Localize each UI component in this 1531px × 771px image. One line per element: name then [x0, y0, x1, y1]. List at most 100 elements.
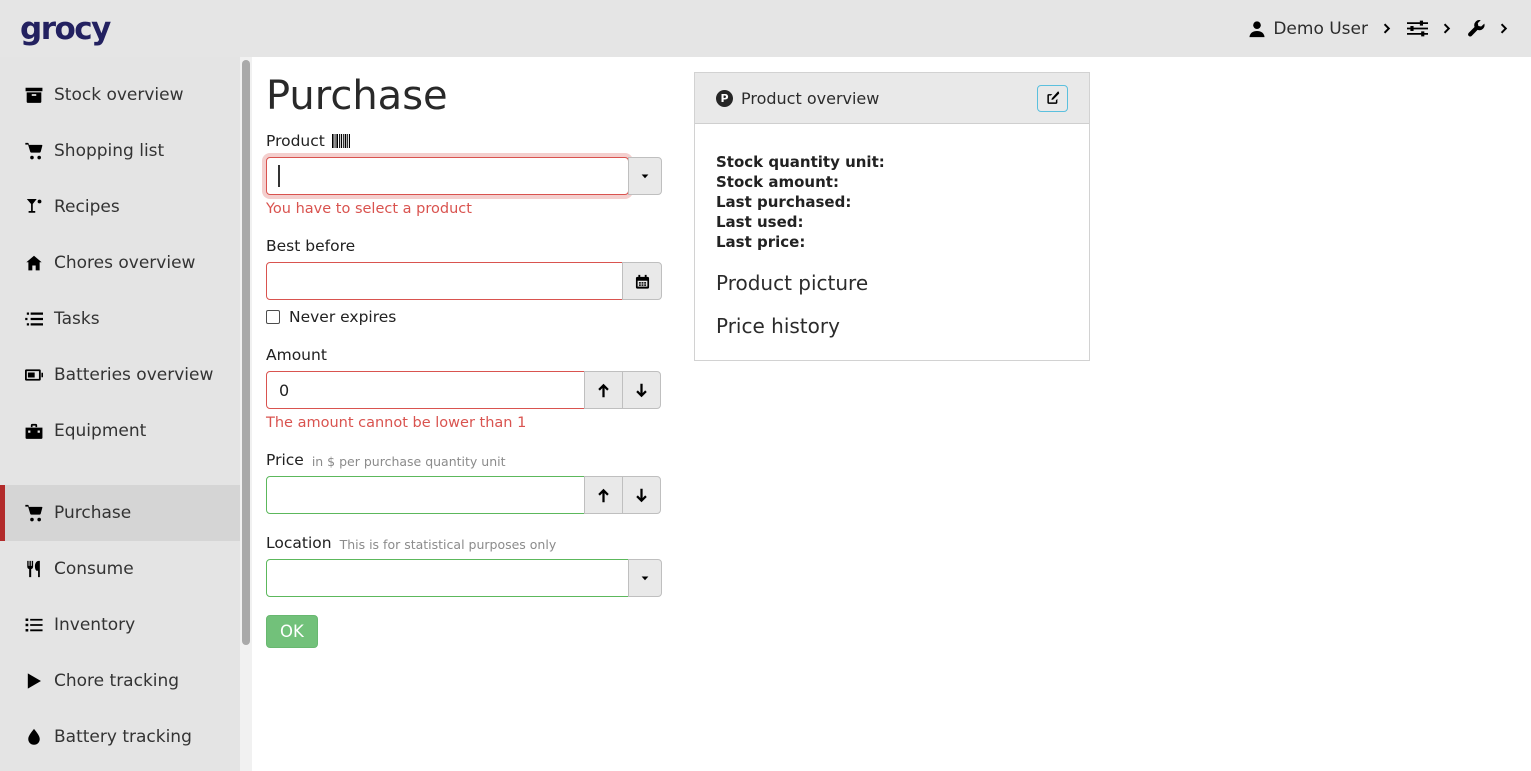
price-field-group: Price in $ per purchase quantity unit — [266, 451, 663, 514]
sidebar-item-label: Stock overview — [54, 85, 184, 105]
user-icon — [1248, 20, 1266, 38]
product-dropdown-button[interactable] — [628, 157, 662, 195]
sidebar-item-inventory[interactable]: Inventory — [0, 597, 252, 653]
admin-menu[interactable] — [1467, 20, 1485, 38]
sidebar-item-label: Consume — [54, 559, 134, 579]
product-picture-heading: Product picture — [716, 271, 1068, 295]
wrench-icon — [1467, 20, 1485, 38]
product-overview-title: Product overview — [741, 89, 879, 108]
sidebar-item-purchase[interactable]: Purchase — [0, 485, 252, 541]
sidebar-item-label: Recipes — [54, 197, 120, 217]
toolbox-icon — [25, 422, 45, 440]
app-window: grocy Demo User Stock overview Shopping … — [0, 0, 1531, 771]
sidebar-item-shopping-list[interactable]: Shopping list — [0, 123, 252, 179]
product-error-text: You have to select a product — [266, 201, 663, 217]
text-cursor — [278, 165, 280, 187]
stock-quantity-unit-label: Stock quantity unit: — [716, 152, 1068, 172]
location-select[interactable] — [266, 559, 629, 597]
shopping-cart-icon — [25, 142, 45, 160]
sidebar-item-label: Battery tracking — [54, 727, 192, 747]
stock-amount-label: Stock amount: — [716, 172, 1068, 192]
amount-field-group: Amount The amount cannot be lower than 1 — [266, 346, 663, 431]
price-increment-button[interactable] — [584, 476, 623, 514]
sidebar-item-stock-overview[interactable]: Stock overview — [0, 67, 252, 123]
sidebar-item-battery-tracking[interactable]: Battery tracking — [0, 709, 252, 765]
user-menu[interactable]: Demo User — [1248, 19, 1368, 39]
utensils-icon — [25, 560, 45, 578]
last-used-label: Last used: — [716, 212, 1068, 232]
never-expires-checkbox-row[interactable]: Never expires — [266, 308, 663, 326]
amount-input[interactable] — [266, 371, 585, 409]
tasks-icon — [25, 310, 45, 328]
top-header: grocy Demo User — [0, 0, 1531, 57]
best-before-label: Best before — [266, 237, 663, 255]
location-field-group: Location This is for statistical purpose… — [266, 534, 663, 597]
sidebar-item-chores-overview[interactable]: Chores overview — [0, 235, 252, 291]
price-history-heading: Price history — [716, 314, 1068, 338]
chevron-right-icon — [1441, 22, 1454, 35]
product-field-group: Product You have to select a product — [266, 132, 663, 217]
user-name-label: Demo User — [1273, 19, 1368, 39]
chevron-right-icon — [1381, 22, 1394, 35]
amount-label: Amount — [266, 346, 663, 364]
shopping-cart-icon — [25, 504, 45, 522]
calendar-icon — [635, 274, 650, 289]
sidebar-item-equipment[interactable]: Equipment — [0, 403, 252, 459]
amount-decrement-button[interactable] — [622, 371, 661, 409]
edit-icon — [1046, 91, 1060, 105]
location-label: Location This is for statistical purpose… — [266, 534, 663, 552]
home-icon — [25, 254, 45, 272]
sidebar-item-batteries-overview[interactable]: Batteries overview — [0, 347, 252, 403]
list-icon — [25, 616, 45, 634]
play-icon — [25, 672, 45, 690]
amount-increment-button[interactable] — [584, 371, 623, 409]
box-icon — [25, 86, 45, 104]
sidebar-item-label: Purchase — [54, 503, 131, 523]
never-expires-checkbox[interactable] — [266, 310, 280, 324]
price-hint: in $ per purchase quantity unit — [312, 452, 506, 469]
sidebar-item-label: Chore tracking — [54, 671, 179, 691]
sidebar-item-chore-tracking[interactable]: Chore tracking — [0, 653, 252, 709]
arrow-down-icon — [634, 383, 649, 398]
location-dropdown-button[interactable] — [628, 559, 662, 597]
amount-error-text: The amount cannot be lower than 1 — [266, 415, 663, 431]
sidebar-item-tasks[interactable]: Tasks — [0, 291, 252, 347]
caret-down-icon — [639, 170, 651, 182]
sidebar-item-recipes[interactable]: Recipes — [0, 179, 252, 235]
product-label: Product — [266, 132, 663, 150]
product-overview-header: P Product overview — [695, 73, 1089, 124]
arrow-up-icon — [596, 383, 611, 398]
sidebar-scrollbar[interactable] — [240, 57, 252, 771]
chevron-right-icon — [1498, 22, 1511, 35]
sidebar-item-consume[interactable]: Consume — [0, 541, 252, 597]
battery-icon — [25, 366, 45, 384]
best-before-field-group: Best before Never expires — [266, 237, 663, 326]
sidebar-scrollbar-thumb[interactable] — [242, 60, 250, 645]
barcode-icon — [331, 134, 351, 148]
header-menu: Demo User — [1248, 18, 1511, 39]
ok-button[interactable]: OK — [266, 615, 318, 648]
price-input[interactable] — [266, 476, 585, 514]
product-overview-body: Stock quantity unit: Stock amount: Last … — [695, 124, 1089, 366]
sidebar-item-label: Batteries overview — [54, 365, 213, 385]
settings-menu[interactable] — [1407, 18, 1428, 39]
price-label: Price in $ per purchase quantity unit — [266, 451, 663, 469]
product-overview-card: P Product overview Stock quantity unit: … — [694, 72, 1090, 361]
product-input[interactable] — [266, 157, 629, 195]
page-title: Purchase — [266, 73, 663, 119]
grocy-logo[interactable]: grocy — [20, 11, 110, 47]
arrow-up-icon — [596, 488, 611, 503]
product-circle-icon: P — [716, 90, 733, 107]
price-decrement-button[interactable] — [622, 476, 661, 514]
sidebar-item-label: Inventory — [54, 615, 135, 635]
sliders-icon — [1407, 18, 1428, 39]
droplet-icon — [25, 728, 45, 746]
edit-product-button[interactable] — [1037, 85, 1068, 112]
main-content: Purchase Product You have to select a pr… — [252, 57, 1531, 771]
never-expires-label: Never expires — [289, 308, 396, 326]
sidebar-item-label: Chores overview — [54, 253, 195, 273]
cocktail-glass-icon — [25, 198, 45, 216]
best-before-input[interactable] — [266, 262, 623, 300]
calendar-button[interactable] — [622, 262, 662, 300]
sidebar-nav: Stock overview Shopping list Recipes Cho… — [0, 57, 252, 771]
